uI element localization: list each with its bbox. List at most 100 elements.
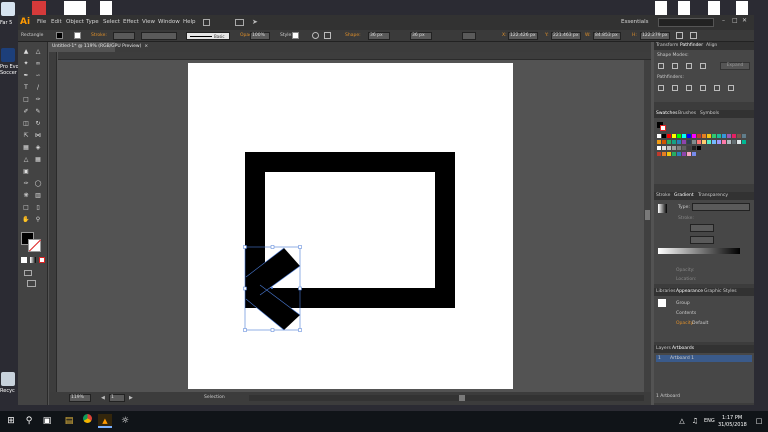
desktop-shortcut-icon-5[interactable] bbox=[678, 1, 690, 16]
menu-window[interactable]: Window bbox=[158, 19, 180, 25]
app-taskbar-icon[interactable]: ☼ bbox=[118, 414, 132, 428]
selection-handle[interactable] bbox=[243, 245, 247, 249]
width-tool-icon[interactable]: ⋈ bbox=[34, 132, 42, 140]
language-indicator[interactable]: ENG bbox=[704, 418, 715, 424]
rotate-tool-icon[interactable]: ↻ bbox=[34, 120, 42, 128]
color-swatch[interactable] bbox=[697, 134, 701, 138]
tab-artboards[interactable]: Artboards bbox=[672, 346, 694, 351]
selection-handle[interactable] bbox=[243, 328, 247, 332]
color-swatch[interactable] bbox=[742, 134, 746, 138]
lasso-tool-icon[interactable]: ∞ bbox=[34, 60, 42, 68]
eyedropper-tool-icon[interactable]: ✑ bbox=[22, 180, 30, 188]
color-swatch[interactable] bbox=[732, 134, 736, 138]
close-button[interactable]: ✕ bbox=[742, 17, 750, 26]
slice-tool-icon[interactable]: ▯ bbox=[34, 204, 42, 212]
search-field[interactable] bbox=[658, 18, 714, 27]
screen-mode-icon[interactable] bbox=[27, 280, 36, 287]
color-swatch[interactable] bbox=[677, 134, 681, 138]
horizontal-scrollbar[interactable] bbox=[249, 395, 644, 401]
stroke-color-box[interactable] bbox=[28, 239, 42, 252]
vertical-scrollbar[interactable] bbox=[644, 60, 651, 392]
exclude-icon[interactable] bbox=[700, 63, 706, 69]
tab-graphic-styles[interactable]: Graphic Styles bbox=[704, 289, 737, 294]
color-swatch[interactable] bbox=[687, 140, 691, 144]
pen-tool-icon[interactable]: ✒ bbox=[22, 72, 30, 80]
color-swatch[interactable] bbox=[672, 146, 676, 150]
pes-icon[interactable] bbox=[1, 48, 15, 62]
stroke-swatch[interactable] bbox=[74, 32, 81, 39]
recycle-bin-icon[interactable] bbox=[1, 372, 15, 386]
perspective-grid-tool-icon[interactable]: △ bbox=[22, 156, 30, 164]
start-windows-icon[interactable]: ⊞ bbox=[4, 414, 18, 428]
volume-icon[interactable]: ♫ bbox=[688, 414, 702, 428]
gradient-angle-field[interactable] bbox=[690, 224, 714, 232]
direct-selection-tool-icon[interactable]: △ bbox=[34, 48, 42, 56]
chrome-icon[interactable] bbox=[80, 414, 94, 428]
blend-tool-icon[interactable]: ◯ bbox=[34, 180, 42, 188]
canvas-area[interactable] bbox=[58, 60, 651, 392]
tab-appearance[interactable]: Appearance bbox=[676, 289, 703, 294]
menu-edit[interactable]: Edit bbox=[51, 19, 62, 25]
color-swatch[interactable] bbox=[732, 140, 736, 144]
color-swatch[interactable] bbox=[707, 140, 711, 144]
artboard-number-field[interactable]: 1 bbox=[109, 394, 125, 402]
color-swatch[interactable] bbox=[667, 134, 671, 138]
color-swatch[interactable] bbox=[667, 146, 671, 150]
task-view-icon[interactable]: ▣ bbox=[40, 414, 54, 428]
menu-effect[interactable]: Effect bbox=[123, 19, 139, 25]
color-swatch[interactable] bbox=[727, 134, 731, 138]
current-tool-status[interactable]: Selection bbox=[204, 395, 225, 400]
line-tool-icon[interactable]: / bbox=[34, 84, 42, 92]
swatch-stroke-indicator[interactable] bbox=[660, 125, 666, 131]
y-field[interactable]: 221.463 px bbox=[551, 32, 581, 40]
color-swatch[interactable] bbox=[687, 146, 691, 150]
artwork-svg[interactable] bbox=[188, 63, 513, 389]
minus-front-icon[interactable] bbox=[672, 63, 678, 69]
color-swatch[interactable] bbox=[677, 152, 681, 156]
fill-swatch[interactable] bbox=[56, 32, 63, 39]
mesh-tool-icon[interactable]: ▦ bbox=[34, 156, 42, 164]
selection-handle[interactable] bbox=[298, 245, 302, 249]
graph-tool-icon[interactable]: ▥ bbox=[34, 192, 42, 200]
paintbrush-tool-icon[interactable]: ✑ bbox=[34, 96, 42, 104]
color-swatch[interactable] bbox=[677, 146, 681, 150]
crop-icon[interactable] bbox=[700, 85, 706, 91]
intersect-icon[interactable] bbox=[686, 63, 692, 69]
clock-date[interactable]: 31/05/2018 bbox=[718, 422, 747, 428]
shape-height-field[interactable]: 36 px bbox=[410, 32, 432, 40]
zoom-tool-icon[interactable]: ⚲ bbox=[34, 216, 42, 224]
menu-select[interactable]: Select bbox=[103, 19, 120, 25]
menu-help[interactable]: Help bbox=[183, 19, 196, 25]
color-swatch[interactable] bbox=[727, 140, 731, 144]
zoom-field[interactable]: 119% bbox=[69, 394, 91, 402]
color-swatch[interactable] bbox=[657, 152, 661, 156]
rectangle-tool-icon[interactable]: □ bbox=[22, 96, 30, 104]
w-field[interactable]: 84.853 px bbox=[593, 32, 621, 40]
prev-artboard-button[interactable]: ◀ bbox=[101, 395, 105, 401]
color-swatch[interactable] bbox=[677, 140, 681, 144]
minimize-button[interactable]: – bbox=[722, 17, 730, 26]
artboard-row[interactable]: 1 Artboard 1 bbox=[656, 355, 752, 362]
magic-wand-tool-icon[interactable]: ✦ bbox=[22, 60, 30, 68]
selection-handle[interactable] bbox=[270, 328, 275, 332]
color-swatch[interactable] bbox=[662, 146, 666, 150]
artboard[interactable] bbox=[188, 63, 513, 389]
tab-symbols[interactable]: Symbols bbox=[700, 111, 719, 116]
color-swatch[interactable] bbox=[682, 134, 686, 138]
vertical-scroll-thumb[interactable] bbox=[645, 210, 650, 220]
gradient-tool-icon[interactable]: ▣ bbox=[22, 168, 30, 176]
selection-tool-icon[interactable]: ▲ bbox=[22, 48, 30, 56]
color-swatch[interactable] bbox=[657, 140, 661, 144]
draw-mode-icon[interactable] bbox=[24, 270, 32, 276]
color-swatch[interactable] bbox=[687, 134, 691, 138]
appearance-contents-label[interactable]: Contents bbox=[676, 311, 696, 316]
color-swatch[interactable] bbox=[692, 152, 696, 156]
selection-handle[interactable] bbox=[243, 286, 247, 291]
next-artboard-button[interactable]: ▶ bbox=[129, 395, 133, 401]
trim-icon[interactable] bbox=[672, 85, 678, 91]
vertical-ruler[interactable] bbox=[49, 52, 57, 392]
unite-icon[interactable] bbox=[658, 63, 664, 69]
desktop-shortcut-icon-7[interactable] bbox=[736, 1, 748, 16]
color-mode-icon[interactable] bbox=[21, 257, 27, 263]
horizontal-ruler[interactable] bbox=[58, 52, 651, 60]
